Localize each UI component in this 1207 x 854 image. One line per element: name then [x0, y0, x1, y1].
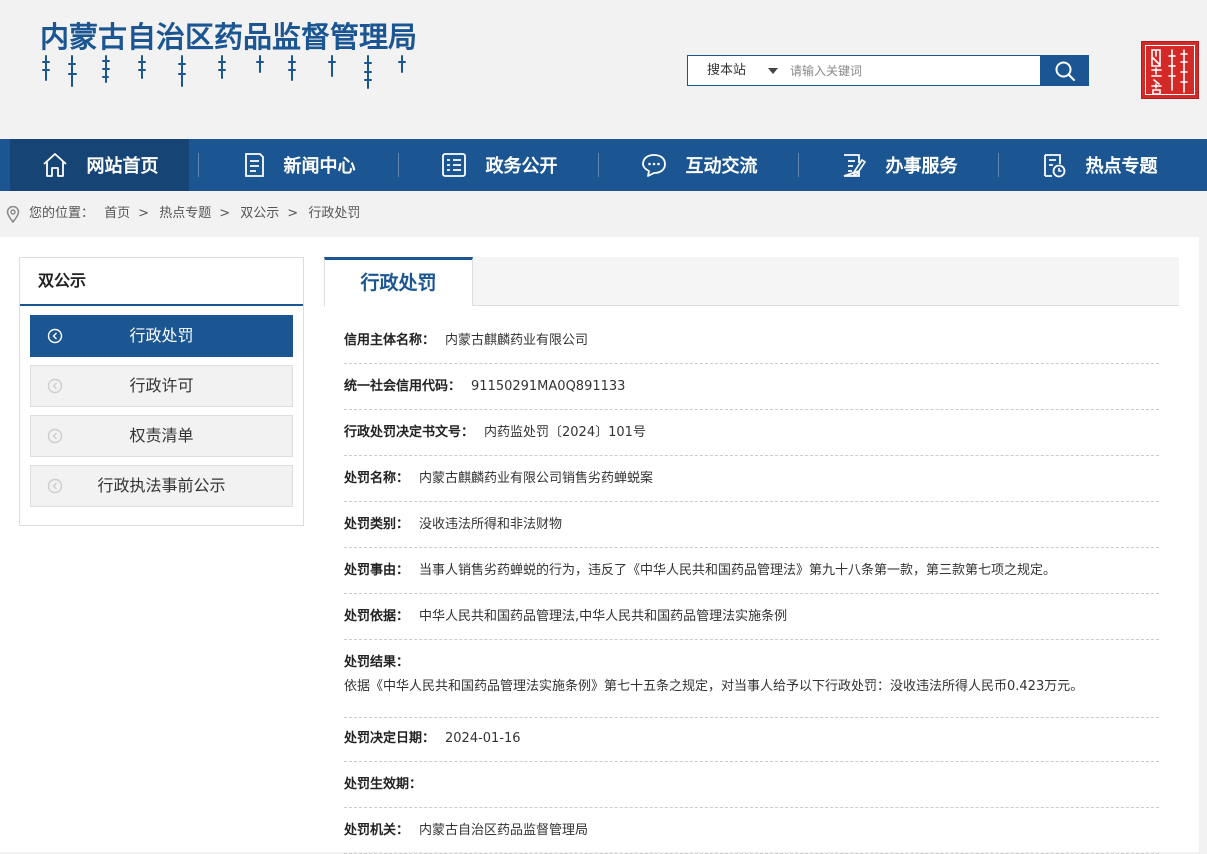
- field-label: 处罚类别：: [344, 517, 410, 532]
- field-value: 内蒙古麒麟药业有限公司: [445, 333, 589, 348]
- sidebar-item-label: 行政处罚: [129, 326, 194, 345]
- mongolian-script-logo: [42, 55, 406, 89]
- site-search: 搜本站: [687, 55, 1089, 86]
- nav-item-label: 网站首页: [86, 156, 159, 177]
- field-label: 信用主体名称：: [344, 333, 436, 348]
- nav-item-services[interactable]: 办事服务: [799, 139, 998, 191]
- sidebar-title: 双公示: [20, 258, 303, 306]
- breadcrumb-current[interactable]: 行政处罚: [308, 206, 360, 221]
- nav-item-hot-topics[interactable]: 热点专题: [999, 139, 1198, 191]
- search-button[interactable]: [1040, 55, 1089, 86]
- chevron-left-circle-icon: [47, 378, 63, 394]
- field-row-penalty-result: 处罚结果： 依据《中华人民共和国药品管理法实施条例》第七十五条之规定，对当事人给…: [344, 640, 1159, 718]
- chat-icon: [641, 154, 666, 177]
- document-icon: [244, 153, 264, 177]
- sidebar-item-responsibility-list[interactable]: 权责清单: [30, 415, 293, 457]
- sidebar-item-label: 权责清单: [129, 426, 194, 445]
- location-pin-icon: [6, 206, 20, 223]
- field-row-penalty-basis: 处罚依据： 中华人民共和国药品管理法,中华人民共和国药品管理法实施条例: [344, 594, 1159, 640]
- field-label: 处罚机关：: [344, 823, 410, 838]
- field-row-effective-date: 处罚生效期：: [344, 762, 1159, 808]
- search-input[interactable]: [788, 59, 1037, 83]
- field-label: 处罚名称：: [344, 471, 410, 486]
- field-row-penalty-authority: 处罚机关： 内蒙古自治区药品监督管理局: [344, 808, 1159, 854]
- sidebar-item-label: 行政执法事前公示: [97, 476, 226, 495]
- field-value: 没收违法所得和非法财物: [419, 517, 563, 532]
- nav-item-label: 热点专题: [1085, 156, 1158, 177]
- field-row-credit-code: 统一社会信用代码： 91150291MA0Q891133: [344, 364, 1159, 410]
- field-value: 91150291MA0Q891133: [471, 379, 626, 394]
- home-icon: [42, 153, 67, 177]
- breadcrumb-separator: >: [219, 206, 231, 221]
- breadcrumb: 您的位置： 首页 > 热点专题 > 双公示 > 行政处罚: [0, 191, 1207, 237]
- sidebar-item-label: 行政许可: [129, 376, 194, 395]
- nav-item-interaction[interactable]: 互动交流: [599, 139, 798, 191]
- tab-bar: 行政处罚: [324, 257, 1179, 306]
- breadcrumb-separator: >: [138, 206, 150, 221]
- chevron-left-circle-icon: [47, 478, 63, 494]
- field-value: 内蒙古麒麟药业有限公司销售劣药蝉蜕案: [419, 471, 654, 486]
- nav-item-label: 互动交流: [685, 156, 758, 177]
- nav-item-news[interactable]: 新闻中心: [199, 139, 398, 191]
- list-panel-icon: [441, 153, 466, 177]
- sidebar-item-admin-license[interactable]: 行政许可: [30, 365, 293, 407]
- field-label: 处罚决定日期：: [344, 731, 436, 746]
- field-row-penalty-category: 处罚类别： 没收违法所得和非法财物: [344, 502, 1159, 548]
- breadcrumb-link-hot-topics[interactable]: 热点专题: [159, 206, 211, 221]
- clipboard-clock-icon: [1043, 154, 1065, 178]
- field-row-penalty-name: 处罚名称： 内蒙古麒麟药业有限公司销售劣药蝉蜕案: [344, 456, 1159, 502]
- field-value: 内蒙古自治区药品监督管理局: [419, 823, 589, 838]
- chevron-down-icon: [768, 68, 778, 74]
- chevron-left-circle-icon: [47, 428, 63, 444]
- field-label: 处罚事由：: [344, 563, 410, 578]
- field-row-decision-number: 行政处罚决定书文号： 内药监处罚〔2024〕101号: [344, 410, 1159, 456]
- breadcrumb-separator: >: [287, 206, 299, 221]
- sidebar-item-enforcement-prior-notice[interactable]: 行政执法事前公示: [30, 465, 293, 507]
- field-value: 2024-01-16: [445, 731, 521, 746]
- nav-item-home[interactable]: 网站首页: [10, 139, 189, 191]
- field-value: 当事人销售劣药蝉蜕的行为，违反了《中华人民共和国药品管理法》第九十八条第一款，第…: [419, 563, 1057, 578]
- field-label: 处罚生效期：: [344, 777, 423, 792]
- breadcrumb-link-dual-publicity[interactable]: 双公示: [240, 206, 279, 221]
- field-label: 统一社会信用代码：: [344, 379, 462, 394]
- nav-item-label: 政务公开: [485, 156, 558, 177]
- field-label: 处罚依据：: [344, 609, 410, 624]
- nav-item-label: 办事服务: [885, 156, 958, 177]
- main-nav: 网站首页 新闻中心 政务公开 互动交流 办事服务 热点专题: [0, 139, 1207, 191]
- search-scope-label: 搜本站: [707, 63, 747, 78]
- field-label: 行政处罚决定书文号：: [344, 425, 475, 440]
- tab-admin-penalty[interactable]: 行政处罚: [324, 257, 473, 306]
- field-value: 内药监处罚〔2024〕101号: [484, 425, 646, 440]
- site-header: 内蒙古自治区药品监督管理局 搜本站: [0, 0, 1207, 139]
- nav-item-label: 新闻中心: [283, 156, 356, 177]
- sidebar-item-admin-penalty[interactable]: 行政处罚: [30, 315, 293, 357]
- field-row-credit-subject: 信用主体名称： 内蒙古麒麟药业有限公司: [344, 318, 1159, 364]
- field-row-penalty-reason: 处罚事由： 当事人销售劣药蝉蜕的行为，违反了《中华人民共和国药品管理法》第九十八条…: [344, 548, 1159, 594]
- content-area: 行政处罚 信用主体名称： 内蒙古麒麟药业有限公司 统一社会信用代码： 9115029…: [324, 257, 1179, 854]
- breadcrumb-prefix: 您的位置：: [29, 206, 95, 221]
- field-row-decision-date: 处罚决定日期： 2024-01-16: [344, 716, 1159, 762]
- field-value: 中华人民共和国药品管理法,中华人民共和国药品管理法实施条例: [419, 609, 788, 624]
- search-scope-select[interactable]: 搜本站: [688, 56, 783, 85]
- edit-form-icon: [843, 154, 866, 177]
- chevron-left-circle-icon: [47, 328, 63, 344]
- site-title[interactable]: 内蒙古自治区药品监督管理局: [40, 14, 417, 56]
- search-icon: [1055, 61, 1075, 81]
- nav-item-gov-affairs[interactable]: 政务公开: [399, 139, 598, 191]
- breadcrumb-link-home[interactable]: 首页: [104, 206, 130, 221]
- field-value: 依据《中华人民共和国药品管理法实施条例》第七十五条之规定，对当事人给予以下行政处…: [344, 679, 1084, 694]
- seal-logo: [1141, 41, 1199, 99]
- sidebar: 双公示 行政处罚 行政许可 权责清单 行政执法事前公示: [19, 257, 304, 526]
